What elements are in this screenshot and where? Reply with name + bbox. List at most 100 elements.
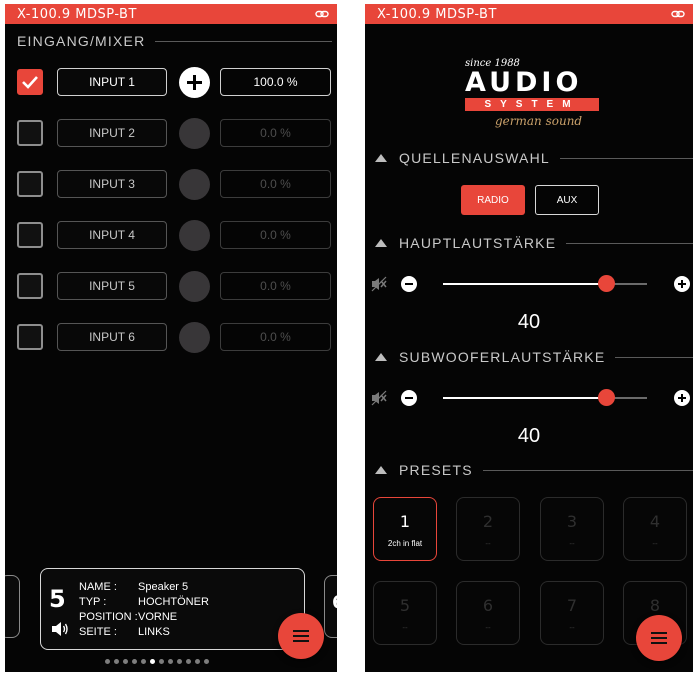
link-icon[interactable] <box>315 7 329 21</box>
collapse-triangle-icon <box>375 239 387 247</box>
sub-volume-title: SUBWOOFERLAUTSTÄRKE <box>399 349 606 365</box>
sub-volume-plus-button[interactable] <box>674 390 690 406</box>
main-volume-minus-button[interactable] <box>401 276 417 292</box>
name-key: NAME : <box>79 581 117 593</box>
preset-4[interactable]: 4 -- <box>623 497 687 561</box>
position-key: POSITION : <box>79 611 138 623</box>
input-row-6: INPUT 6 0.0 % <box>17 322 332 353</box>
input-2-button[interactable]: INPUT 2 <box>57 119 167 147</box>
input-5-level[interactable]: 0.0 % <box>220 272 331 300</box>
link-icon[interactable] <box>671 7 685 21</box>
input-4-button[interactable]: INPUT 4 <box>57 221 167 249</box>
main-volume-slider[interactable] <box>443 274 647 294</box>
minus-icon <box>405 397 413 399</box>
speaker-card-next[interactable]: 6 <box>324 575 337 638</box>
sub-volume-minus-button[interactable] <box>401 390 417 406</box>
preset-1[interactable]: 1 2ch in flat <box>373 497 437 561</box>
input-2-level[interactable]: 0.0 % <box>220 119 331 147</box>
seite-key: SEITE : <box>79 626 117 638</box>
section-header-main-volume[interactable]: HAUPTLAUTSTÄRKE <box>375 235 693 251</box>
input-row-2: INPUT 2 0.0 % <box>17 118 332 149</box>
title-bar: X-100.9 MDSP-BT <box>365 4 693 24</box>
divider <box>559 157 693 159</box>
page-dot[interactable] <box>168 659 173 664</box>
page-dot[interactable] <box>132 659 137 664</box>
input-3-knob[interactable] <box>179 169 210 200</box>
input-5-knob[interactable] <box>179 271 210 302</box>
menu-button[interactable] <box>278 613 324 659</box>
input-row-5: INPUT 5 0.0 % <box>17 271 332 302</box>
section-header-input-mixer: EINGANG/MIXER <box>17 33 332 49</box>
input-row-3: INPUT 3 0.0 % <box>17 169 332 200</box>
logo-brand: AUDIO <box>465 67 583 98</box>
preset-number: 3 <box>566 512 578 531</box>
input-6-knob[interactable] <box>179 322 210 353</box>
input-3-checkbox[interactable] <box>17 171 43 197</box>
input-1-button[interactable]: INPUT 1 <box>57 68 167 96</box>
page-dot[interactable] <box>114 659 119 664</box>
preset-2[interactable]: 2 -- <box>456 497 520 561</box>
slider-rest <box>614 397 647 399</box>
input-1-level[interactable]: 100.0 % <box>220 68 331 96</box>
preset-3[interactable]: 3 -- <box>540 497 604 561</box>
menu-button[interactable] <box>636 615 682 661</box>
mute-icon[interactable] <box>371 276 387 292</box>
input-4-knob[interactable] <box>179 220 210 251</box>
page-dot[interactable] <box>195 659 200 664</box>
typ-key: TYP : <box>79 596 107 608</box>
input-4-checkbox[interactable] <box>17 222 43 248</box>
speaker-card-previous[interactable] <box>5 575 20 638</box>
section-header-source[interactable]: QUELLENAUSWAHL <box>375 150 693 166</box>
preset-5[interactable]: 5 -- <box>373 581 437 645</box>
input-3-button[interactable]: INPUT 3 <box>57 170 167 198</box>
speaker-name: Speaker 5 <box>138 581 189 593</box>
page-dot[interactable] <box>105 659 110 664</box>
preset-number: 4 <box>649 512 661 531</box>
preset-label: -- <box>569 623 575 632</box>
input-5-checkbox[interactable] <box>17 273 43 299</box>
preset-label: -- <box>652 539 658 548</box>
input-6-button[interactable]: INPUT 6 <box>57 323 167 351</box>
input-1-checkbox[interactable] <box>17 69 43 95</box>
checkmark-icon <box>22 76 38 89</box>
input-6-checkbox[interactable] <box>17 324 43 350</box>
preset-6[interactable]: 6 -- <box>456 581 520 645</box>
next-speaker-number: 6 <box>332 592 337 613</box>
speaker-icon[interactable] <box>51 621 69 637</box>
slider-thumb[interactable] <box>598 389 615 406</box>
preset-number: 6 <box>482 596 494 615</box>
preset-number: 8 <box>649 596 661 615</box>
main-volume-plus-button[interactable] <box>674 276 690 292</box>
page-dot[interactable] <box>141 659 146 664</box>
source-volume-screen: X-100.9 MDSP-BT since 1988 AUDIO SYSTEM … <box>365 4 693 672</box>
input-6-level[interactable]: 0.0 % <box>220 323 331 351</box>
mute-icon[interactable] <box>371 390 387 406</box>
sub-volume-slider[interactable] <box>443 388 647 408</box>
input-2-checkbox[interactable] <box>17 120 43 146</box>
page-dot[interactable] <box>177 659 182 664</box>
page-dot[interactable] <box>159 659 164 664</box>
preset-label: -- <box>485 539 491 548</box>
section-header-sub-volume[interactable]: SUBWOOFERLAUTSTÄRKE <box>375 349 693 365</box>
divider <box>615 356 693 358</box>
input-row-4: INPUT 4 0.0 % <box>17 220 332 251</box>
input-5-button[interactable]: INPUT 5 <box>57 272 167 300</box>
plus-icon <box>187 75 202 90</box>
input-2-knob[interactable] <box>179 118 210 149</box>
source-radio-button[interactable]: RADIO <box>461 185 525 215</box>
source-aux-button[interactable]: AUX <box>535 185 599 215</box>
page-dot[interactable] <box>204 659 209 664</box>
input-1-add-button[interactable] <box>179 67 210 98</box>
input-4-level[interactable]: 0.0 % <box>220 221 331 249</box>
input-3-level[interactable]: 0.0 % <box>220 170 331 198</box>
page-dot-active[interactable] <box>150 659 155 664</box>
preset-7[interactable]: 7 -- <box>540 581 604 645</box>
preset-label: -- <box>485 623 491 632</box>
page-dot[interactable] <box>123 659 128 664</box>
speaker-card[interactable]: 5 NAME : TYP : POSITION : SEITE : Speake… <box>40 568 305 650</box>
section-header-presets[interactable]: PRESETS <box>375 462 693 478</box>
preset-number: 2 <box>482 512 494 531</box>
page-dot[interactable] <box>186 659 191 664</box>
preset-number: 7 <box>566 596 578 615</box>
slider-thumb[interactable] <box>598 275 615 292</box>
